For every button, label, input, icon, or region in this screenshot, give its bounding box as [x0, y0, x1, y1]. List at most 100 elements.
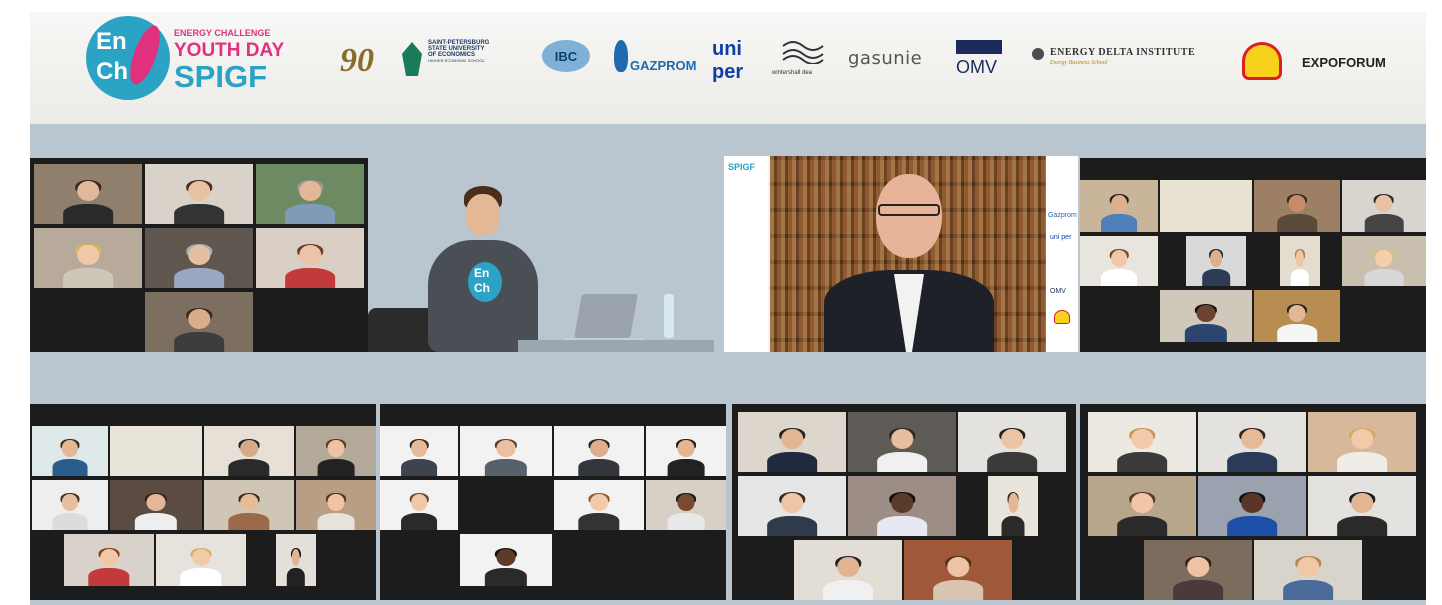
participant-silhouette [1227, 491, 1277, 536]
slide-shell-icon [1054, 310, 1070, 324]
participant-tile [958, 412, 1066, 472]
participant-tile [794, 540, 902, 600]
participant-silhouette [134, 493, 178, 530]
ench-logo-ch: Ch [96, 58, 128, 85]
unecon-logo: SAINT-PETERSBURG STATE UNIVERSITY OF ECO… [402, 40, 532, 84]
participant-tile [848, 412, 956, 472]
participant-tile [1280, 236, 1320, 286]
anniversary-90-logo: 90 [340, 42, 380, 86]
participant-tile [738, 476, 846, 536]
sponsor-banner: En Ch ENERGY CHALLENGE YOUTH DAY SPIGF 9… [30, 12, 1426, 124]
participant-silhouette [174, 243, 224, 288]
participant-silhouette [1117, 491, 1167, 536]
participant-tile [1160, 290, 1252, 342]
participant-tile [204, 480, 294, 530]
participant-silhouette [317, 439, 355, 476]
participant-tile [296, 480, 376, 530]
participant-silhouette [1277, 303, 1317, 342]
participants-grid-b [1080, 158, 1426, 352]
participant-silhouette [1283, 555, 1333, 600]
participant-tile [380, 480, 458, 530]
participant-tile [646, 480, 726, 530]
participant-silhouette [228, 439, 270, 476]
logo-line-spigf: SPIGF [174, 59, 268, 94]
participant-tile [1254, 290, 1340, 342]
participant-tile [1308, 476, 1416, 536]
speaker-glasses-icon [878, 204, 940, 216]
gasunie-text: gasunie [848, 48, 923, 69]
presenter-head [466, 194, 500, 236]
unecon-name-block: SAINT-PETERSBURG STATE UNIVERSITY OF ECO… [428, 40, 532, 63]
participant-tile [204, 426, 294, 476]
participant-tile [296, 426, 376, 476]
participant-silhouette [578, 493, 620, 530]
gazprom-logo: GAZPROM [610, 38, 700, 78]
participant-silhouette [667, 493, 705, 530]
participant-tile [145, 292, 253, 352]
participants-grid-d [380, 404, 726, 600]
ench-logo: En Ch ENERGY CHALLENGE YOUTH DAY SPIGF [86, 16, 286, 104]
shared-screen-tile [110, 426, 202, 476]
participant-silhouette [317, 493, 355, 530]
shell-pecten-icon [1242, 42, 1282, 80]
participant-tile [380, 426, 458, 476]
participant-silhouette [285, 179, 335, 224]
participant-tile [34, 228, 142, 288]
participant-silhouette [1337, 491, 1387, 536]
presenter-hoodie: En Ch [428, 240, 538, 352]
participant-tile [276, 534, 316, 586]
participant-silhouette [767, 491, 817, 536]
participant-silhouette [1117, 427, 1167, 472]
wintershall-text: wintershall dea [772, 70, 813, 76]
slide-left-strip: SPIGF [724, 156, 768, 352]
participant-silhouette [88, 547, 130, 586]
participant-silhouette [1184, 303, 1228, 342]
participant-tile [1088, 412, 1196, 472]
logo-line-energy-challenge: ENERGY CHALLENGE [174, 28, 271, 38]
participant-silhouette [877, 491, 927, 536]
participant-tile [1342, 180, 1426, 232]
participant-tile [460, 426, 552, 476]
expoforum-text: EXPOFORUM [1302, 55, 1386, 70]
participant-silhouette [484, 547, 528, 586]
slide-side-label: uni per [1050, 234, 1072, 241]
participant-silhouette [933, 555, 983, 600]
participant-silhouette [174, 307, 224, 352]
unecon-emblem-icon [402, 42, 422, 76]
participant-silhouette [767, 427, 817, 472]
participant-silhouette [52, 493, 88, 530]
participant-silhouette [228, 493, 270, 530]
participant-tile [1144, 540, 1252, 600]
participant-silhouette [174, 179, 224, 224]
participant-tile [32, 480, 108, 530]
video-conference-stage: En Ch ENERGY CHALLENGE YOUTH DAY SPIGF 9… [30, 12, 1426, 605]
omv-text: OMV [956, 57, 998, 77]
slide-side-label: OMV [1050, 288, 1066, 295]
ench-logo-leaf-icon [124, 22, 166, 88]
participant-tile [156, 534, 246, 586]
participant-tile [1198, 476, 1306, 536]
edi-subtitle: Energy Business School [1050, 60, 1108, 66]
hoodie-ch-text: Ch [474, 281, 490, 295]
participant-tile [1080, 236, 1158, 286]
participant-silhouette [1001, 491, 1025, 536]
participant-tile [904, 540, 1012, 600]
uniper-top-text: uni [712, 38, 742, 60]
presenter-studio-view: En Ch [368, 158, 714, 352]
participant-silhouette [578, 439, 620, 476]
participant-tile [1186, 236, 1246, 286]
participant-tile [1254, 540, 1362, 600]
participant-silhouette [63, 243, 113, 288]
ench-logo-en: En [96, 28, 127, 55]
participant-silhouette [63, 179, 113, 224]
participant-tile [34, 164, 142, 224]
participant-silhouette [1364, 249, 1404, 286]
participant-tile [64, 534, 154, 586]
participants-grid-a [30, 158, 368, 352]
participant-silhouette [401, 493, 437, 530]
participant-silhouette [667, 439, 705, 476]
water-bottle-icon [664, 294, 674, 338]
participant-silhouette [1173, 555, 1223, 600]
participant-silhouette [1337, 427, 1387, 472]
participant-tile [1342, 236, 1426, 286]
